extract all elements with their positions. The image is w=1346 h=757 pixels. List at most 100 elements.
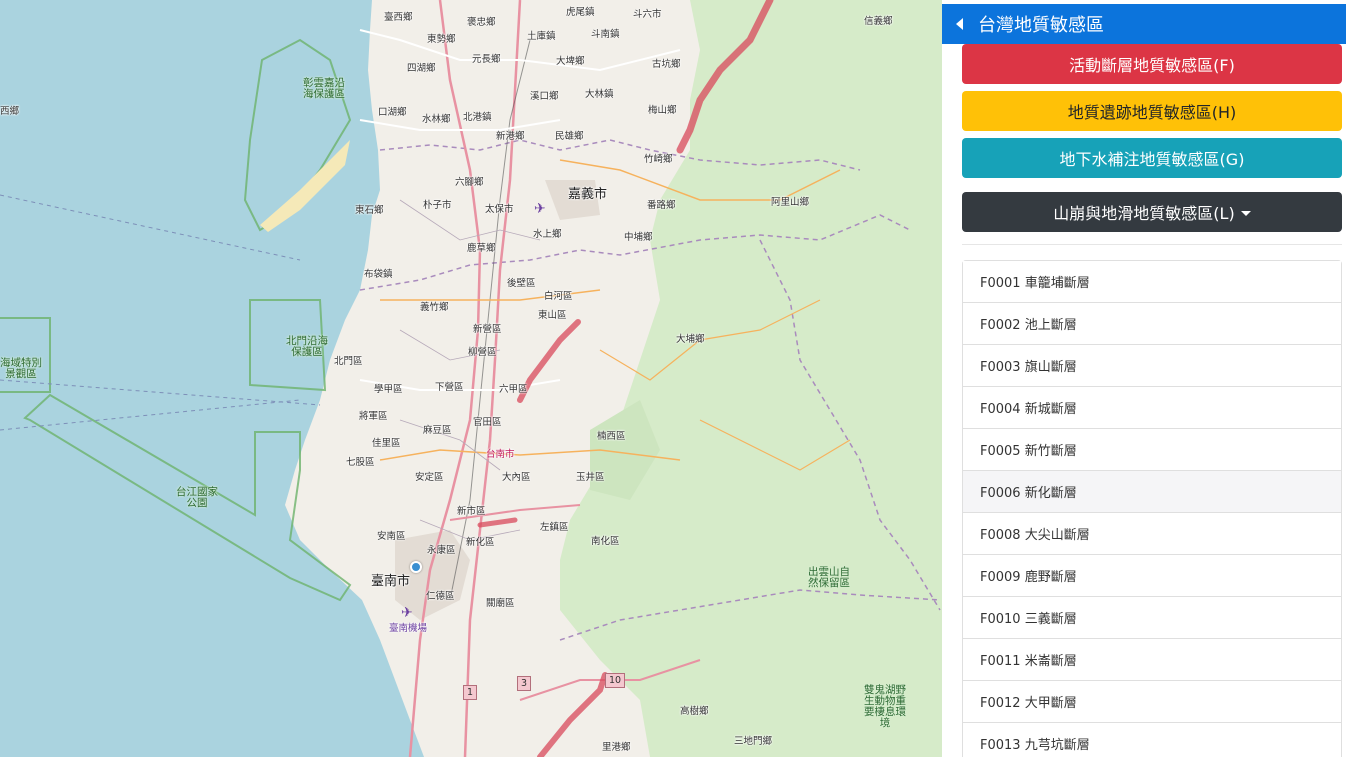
map-place-label: 台江國家 公園 xyxy=(176,486,218,510)
fault-list-item[interactable]: F0004 新城斷層 xyxy=(963,387,1341,429)
groundwater-zone-button[interactable]: 地下水補注地質敏感區(G) xyxy=(962,138,1342,178)
map-place-label: 將軍區 xyxy=(359,411,388,422)
map-place-label: 東山區 xyxy=(538,310,567,321)
map-place-label: 臺西鄉 xyxy=(384,12,413,23)
sidebar-header[interactable]: 台灣地質敏感區 xyxy=(942,4,1346,44)
fault-zone-button[interactable]: 活動斷層地質敏感區(F) xyxy=(962,44,1342,84)
map-place-label: 新化區 xyxy=(466,537,495,548)
map-place-label: 朴子市 xyxy=(423,200,452,211)
map-place-label: 柳營區 xyxy=(468,347,497,358)
map-place-label: 斗六市 xyxy=(633,9,662,20)
map-place-label: 七股區 xyxy=(346,457,375,468)
map-place-label: 下營區 xyxy=(435,382,464,393)
road-shield: 1 xyxy=(463,685,478,700)
map-place-label: 楠西區 xyxy=(597,431,626,442)
fault-list-item[interactable]: F0005 新竹斷層 xyxy=(963,429,1341,471)
map-place-label: 六甲區 xyxy=(499,384,528,395)
map-place-label: 斗南鎮 xyxy=(591,29,620,40)
map-place-label: 臺南市 xyxy=(371,574,411,589)
map-place-label: 北門區 xyxy=(334,356,363,367)
fault-list-item[interactable]: F0002 池上斷層 xyxy=(963,303,1341,345)
map-place-label: 三地門鄉 xyxy=(734,736,773,747)
map-place-label: 彰雲嘉沿 海保護區 xyxy=(303,77,345,101)
location-marker[interactable] xyxy=(410,561,422,573)
map-place-label: 四湖鄉 xyxy=(407,63,436,74)
divider xyxy=(962,244,1342,245)
geoheritage-zone-button[interactable]: 地質遺跡地質敏感區(H) xyxy=(962,91,1342,131)
map-place-label: 北門沿海 保護區 xyxy=(286,335,328,359)
map-place-label: 信義鄉 xyxy=(864,16,893,27)
map-place-label: 高樹鄉 xyxy=(680,706,709,717)
map-place-label: 大內區 xyxy=(502,472,531,483)
collapse-caret-icon[interactable] xyxy=(956,18,963,30)
map-place-label: 白河區 xyxy=(544,291,573,302)
chevron-down-icon xyxy=(1240,210,1251,216)
map-place-label: 番路鄉 xyxy=(647,200,676,211)
map-place-label: 海域特別 景觀區 xyxy=(0,357,42,381)
map-place-label: 民雄鄉 xyxy=(555,131,584,142)
map-place-label: 太保市 xyxy=(485,204,514,215)
fault-list-item[interactable]: F0012 大甲斷層 xyxy=(963,681,1341,723)
map-place-label: 出雲山自 然保留區 xyxy=(808,566,850,590)
map-place-label: 元長鄉 xyxy=(472,54,501,65)
map-place-label: 土庫鎮 xyxy=(527,31,556,42)
map-view[interactable]: 臺西鄉 褒忠鄉 虎尾鎮 斗六市信義鄉東勢鄉 土庫鎮 斗南鎮元長鄉 大埤鄉 古坑鄉 四湖鄉彰雲嘉沿… xyxy=(0,0,942,757)
map-place-label: 大林鎮 xyxy=(585,89,614,100)
landslide-dropdown-button[interactable]: 山崩與地滑地質敏感區(L) xyxy=(962,192,1342,232)
airport-icon: ✈ xyxy=(534,201,546,217)
map-place-label: 六腳鄉 xyxy=(455,177,484,188)
map-place-label: 梅山鄉 xyxy=(648,105,677,116)
map-place-label: 溪口鄉 xyxy=(530,91,559,102)
map-place-label: 佳里區 xyxy=(372,438,401,449)
map-place-label: 大埤鄉 xyxy=(556,56,585,67)
map-place-label: 台南市 xyxy=(486,449,515,460)
map-place-label: 布袋鎮 xyxy=(364,269,393,280)
map-place-label: 褒忠鄉 xyxy=(467,17,496,28)
map-place-label: 水上鄉 xyxy=(533,229,562,240)
map-place-label: 關廟區 xyxy=(486,598,515,609)
fault-list: F0001 車籠埔斷層 F0002 池上斷層 F0003 旗山斷層 F0004 新城斷… xyxy=(962,260,1342,757)
fault-list-item[interactable]: F0008 大尖山斷層 xyxy=(963,513,1341,555)
fault-list-item[interactable]: F0013 九芎坑斷層 xyxy=(963,723,1341,757)
map-place-label: 永康區 xyxy=(427,545,456,556)
map-place-label: 新營區 xyxy=(473,324,502,335)
fault-list-item[interactable]: F0003 旗山斷層 xyxy=(963,345,1341,387)
sidebar: 台灣地質敏感區 活動斷層地質敏感區(F) 地質遺跡地質敏感區(H) 地下水補注地… xyxy=(942,0,1346,757)
map-place-label: 鹿草鄉 xyxy=(467,243,496,254)
map-place-label: 水林鄉 xyxy=(422,114,451,125)
map-place-label: 麻豆區 xyxy=(423,425,452,436)
fault-list-item[interactable]: F0010 三義斷層 xyxy=(963,597,1341,639)
map-place-label: 古坑鄉 xyxy=(652,59,681,70)
map-place-label: 虎尾鎮 xyxy=(566,7,595,18)
map-place-label: 東石鄉 xyxy=(355,205,384,216)
sidebar-title: 台灣地質敏感區 xyxy=(978,15,1104,36)
map-place-label: 仁德區 xyxy=(426,591,455,602)
fault-list-item[interactable]: F0011 米崙斷層 xyxy=(963,639,1341,681)
map-place-label: 玉井區 xyxy=(576,472,605,483)
map-place-label: 阿里山鄉 xyxy=(771,197,810,208)
map-place-label: 新港鄉 xyxy=(496,131,525,142)
airport-icon: ✈ xyxy=(401,605,413,621)
map-place-label: 北港鎮 xyxy=(463,112,492,123)
road-shield: 10 xyxy=(605,673,626,688)
fault-list-item[interactable]: F0009 鹿野斷層 xyxy=(963,555,1341,597)
road-shield: 3 xyxy=(517,676,532,691)
map-place-label: 臺南機場 xyxy=(389,623,428,634)
map-place-label: 後壁區 xyxy=(507,278,536,289)
map-place-label: 雙鬼湖野 生動物重 要棲息環境 xyxy=(864,684,906,730)
map-place-label: 安定區 xyxy=(415,472,444,483)
map-place-label: 大埔鄉 xyxy=(676,334,705,345)
map-place-label: 義竹鄉 xyxy=(420,302,449,313)
map-place-label: 新市區 xyxy=(457,506,486,517)
map-place-label: 口湖鄉 xyxy=(378,107,407,118)
fault-list-item[interactable]: F0001 車籠埔斷層 xyxy=(963,261,1341,303)
map-place-label: 南化區 xyxy=(591,536,620,547)
map-place-label: 學甲區 xyxy=(374,384,403,395)
landslide-dropdown-label: 山崩與地滑地質敏感區(L) xyxy=(1053,204,1235,223)
map-place-label: 東勢鄉 xyxy=(427,34,456,45)
map-place-label: 安南區 xyxy=(377,531,406,542)
map-place-label: 竹崎鄉 xyxy=(644,154,673,165)
map-place-label: 官田區 xyxy=(473,417,502,428)
map-place-label: 中埔鄉 xyxy=(624,232,653,243)
fault-list-item[interactable]: F0006 新化斷層 xyxy=(963,471,1341,513)
